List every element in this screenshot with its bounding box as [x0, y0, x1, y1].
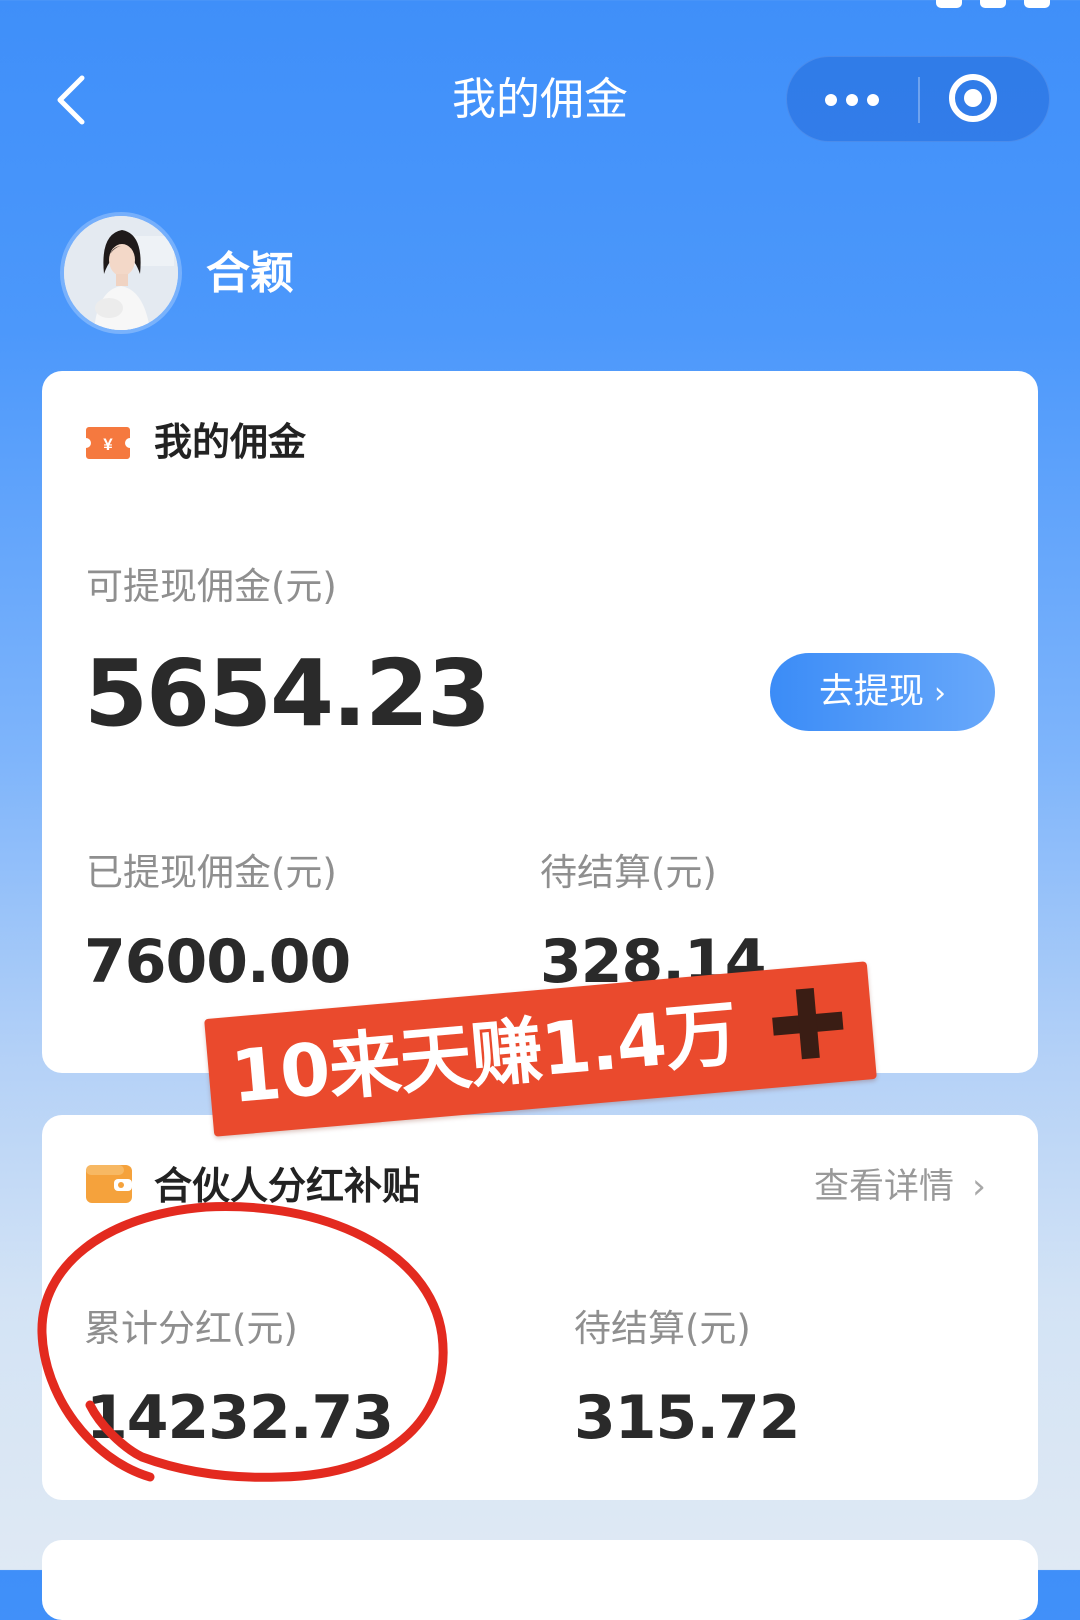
- status-clock: [34, 0, 47, 16]
- commission-title: 我的佣金: [154, 420, 307, 464]
- status-bar: [0, 0, 1080, 16]
- more-button[interactable]: [787, 57, 917, 143]
- total-dividend-value: 14232.73: [86, 1383, 394, 1453]
- chevron-right-icon: ›: [972, 1167, 987, 1207]
- mini-program-capsule: [786, 56, 1050, 142]
- capsule-divider: [918, 77, 920, 123]
- next-card: [42, 1540, 1038, 1620]
- withdrawn-label: 已提现佣金(元): [86, 851, 337, 894]
- signal-icon: [936, 0, 962, 8]
- avatar-image: [64, 216, 178, 330]
- wallet-icon: [86, 1165, 132, 1203]
- chevron-right-icon: ›: [934, 676, 946, 711]
- view-details-label: 查看详情: [814, 1167, 955, 1207]
- withdrawable-label: 可提现佣金(元): [86, 565, 337, 608]
- svg-text:¥: ¥: [103, 435, 113, 454]
- partner-title: 合伙人分红补贴: [154, 1164, 421, 1208]
- plus-icon: [770, 986, 846, 1062]
- close-mini-program-button[interactable]: [921, 57, 1051, 143]
- target-icon: [949, 74, 997, 122]
- battery-icon: [1024, 0, 1050, 8]
- pending-settlement-label: 待结算(元): [540, 851, 717, 894]
- partner-dividend-card: 合伙人分红补贴 查看详情 › 累计分红(元) 14232.73 待结算(元) 31…: [42, 1115, 1038, 1500]
- user-name: 合颖: [206, 248, 294, 299]
- status-icons: [936, 0, 1050, 8]
- wifi-icon: [980, 0, 1006, 8]
- back-button[interactable]: [44, 70, 104, 130]
- withdraw-button-label: 去提现: [818, 672, 924, 712]
- ticket-yuan-icon: ¥: [86, 427, 130, 459]
- avatar[interactable]: [64, 216, 178, 330]
- withdrawn-value: 7600.00: [84, 927, 351, 997]
- dividend-pending-label: 待结算(元): [574, 1307, 751, 1350]
- total-dividend-label: 累计分红(元): [84, 1307, 298, 1350]
- chevron-left-icon: [57, 75, 85, 125]
- commission-card: ¥ 我的佣金 可提现佣金(元) 5654.23 去提现 › 已提现佣金(元) 76…: [42, 371, 1038, 1073]
- withdrawable-value: 5654.23: [84, 640, 491, 747]
- withdraw-button[interactable]: 去提现 ›: [770, 653, 995, 731]
- dividend-pending-value: 315.72: [574, 1383, 801, 1453]
- view-details-link[interactable]: 查看详情 ›: [814, 1163, 986, 1211]
